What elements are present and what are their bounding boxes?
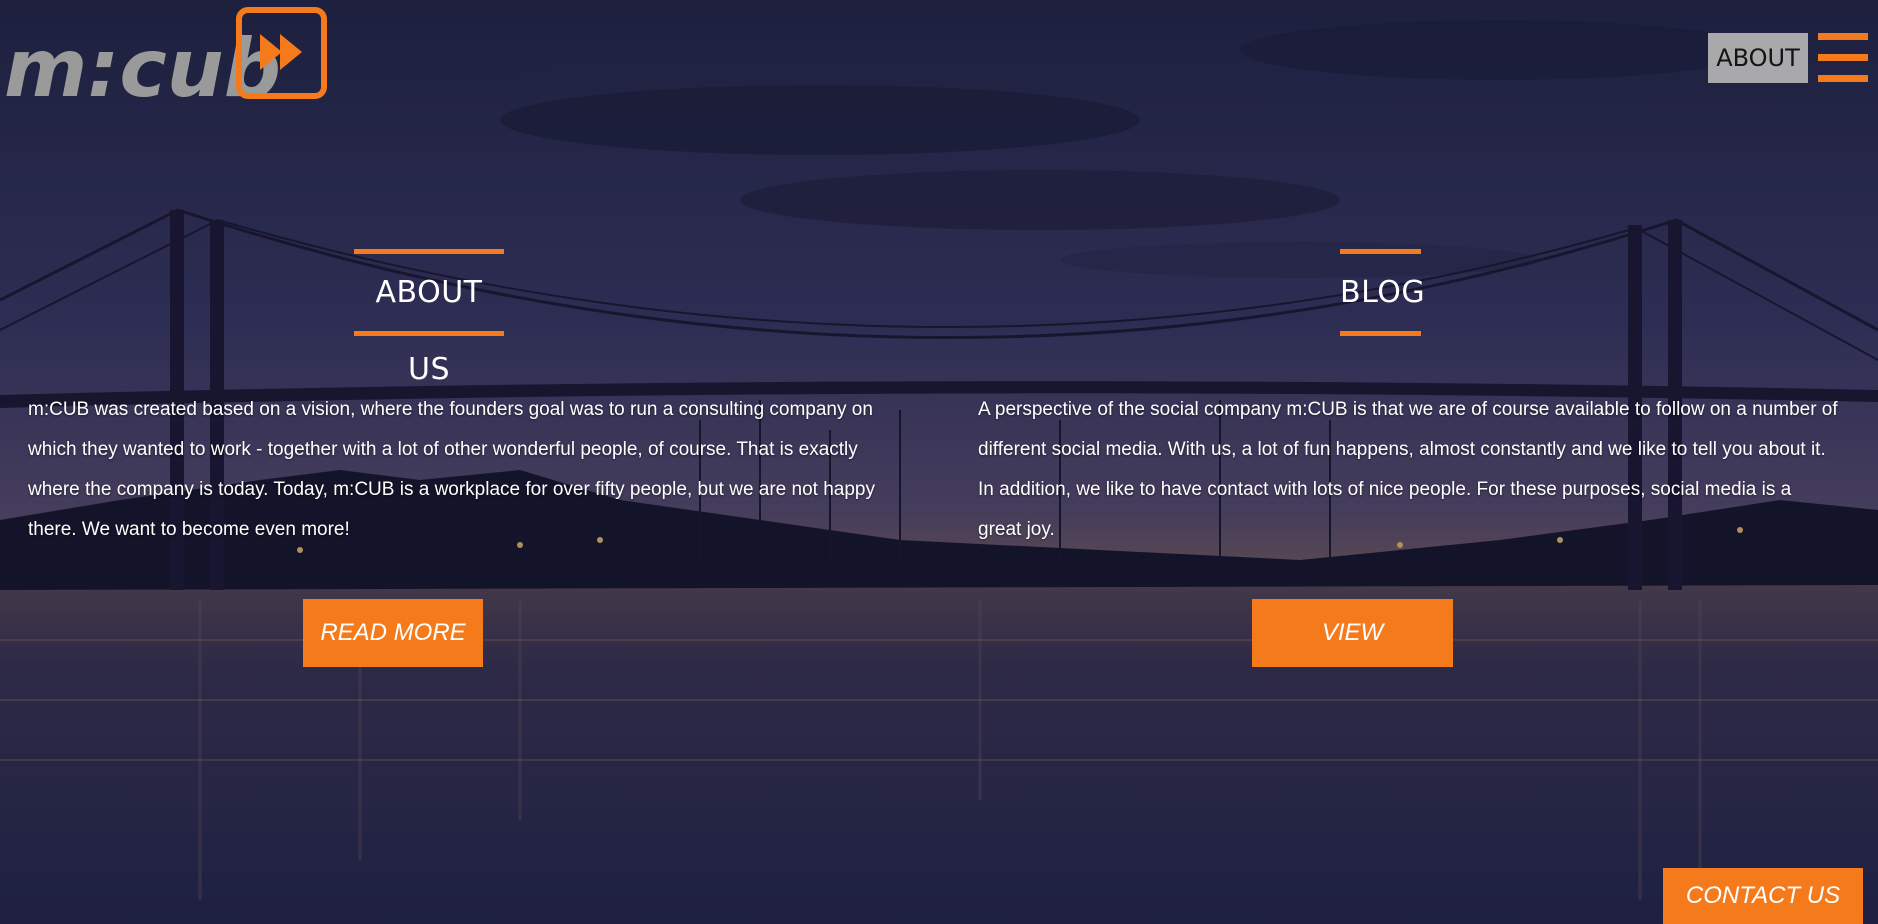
read-more-button[interactable]: READ MORE xyxy=(303,599,483,667)
contact-us-button[interactable]: CONTACT US xyxy=(1663,868,1863,924)
blog-text: A perspective of the social company m:CU… xyxy=(978,399,1838,540)
mcub-logo[interactable]: m:cub xyxy=(0,4,330,104)
blog-title-text: BLOG xyxy=(1340,275,1426,310)
view-blog-button[interactable]: VIEW xyxy=(1252,599,1453,667)
about-us-heading: ABOUT US xyxy=(354,249,504,387)
hamburger-menu-icon[interactable] xyxy=(1818,33,1868,83)
about-title-text: ABOUT US xyxy=(375,275,483,387)
blog-heading: BLOG xyxy=(1340,249,1426,336)
nav-about-button[interactable]: ABOUT xyxy=(1708,33,1808,83)
blog-title-bottom-bar xyxy=(1340,331,1421,336)
about-us-text: m:CUB was created based on a vision, whe… xyxy=(28,399,875,540)
